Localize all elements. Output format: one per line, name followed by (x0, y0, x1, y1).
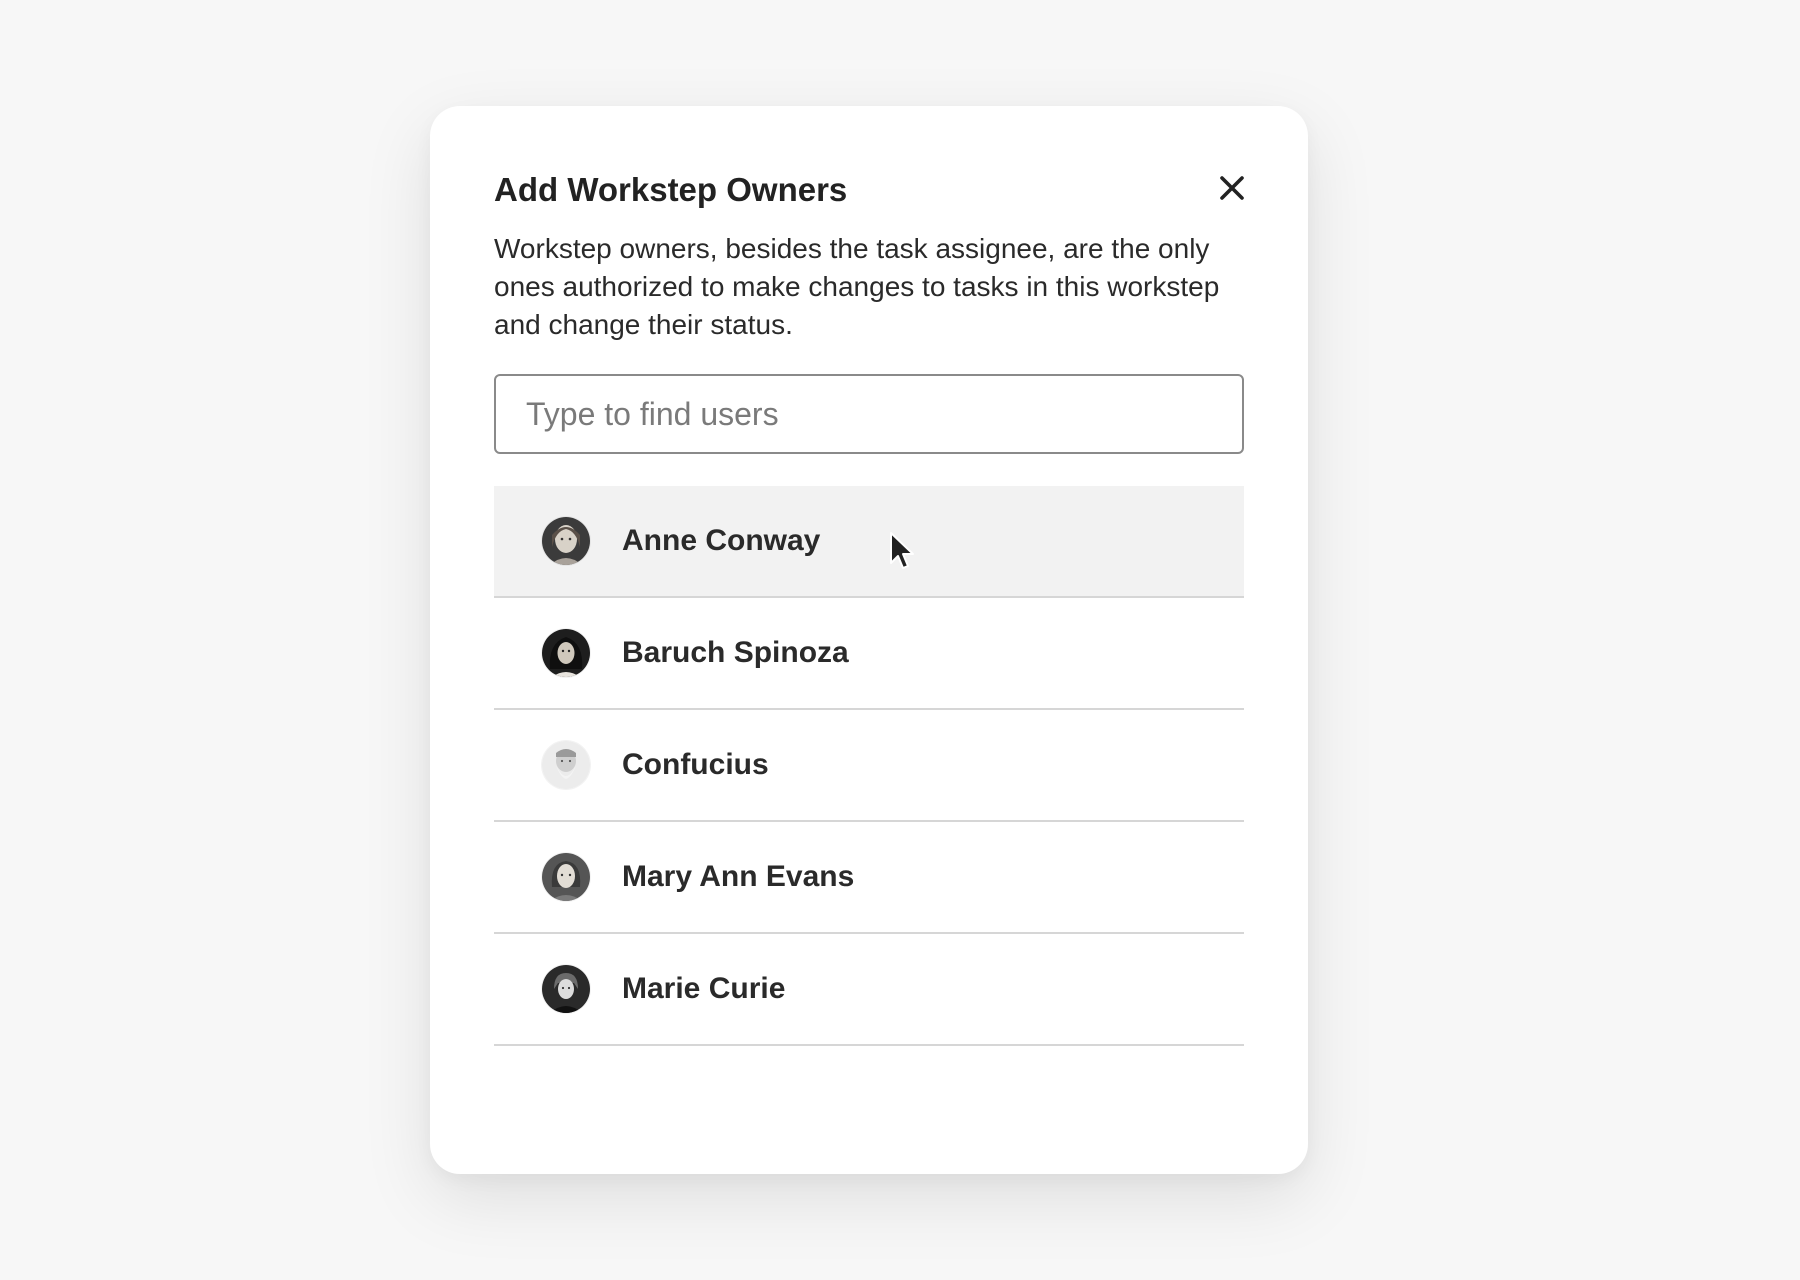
user-list: Anne Conway Baruch Spinoza Confucius Mar… (494, 486, 1244, 1046)
avatar-portrait-icon (542, 853, 590, 901)
user-name: Marie Curie (622, 972, 786, 1005)
close-button[interactable] (1208, 164, 1256, 212)
user-row-baruch-spinoza[interactable]: Baruch Spinoza (494, 598, 1244, 710)
avatar-portrait-icon (542, 965, 590, 1013)
user-name: Anne Conway (622, 524, 821, 557)
add-owners-dialog: Add Workstep Owners Workstep owners, bes… (430, 106, 1308, 1174)
avatar-portrait-icon (542, 629, 590, 677)
close-icon (1220, 176, 1244, 200)
user-row-mary-ann-evans[interactable]: Mary Ann Evans (494, 822, 1244, 934)
user-name: Mary Ann Evans (622, 860, 855, 893)
dialog-title: Add Workstep Owners (494, 171, 848, 208)
avatar-portrait-icon (542, 741, 590, 789)
user-row-anne-conway[interactable]: Anne Conway (494, 486, 1244, 598)
user-name: Confucius (622, 748, 769, 781)
avatar-portrait-icon (542, 517, 590, 565)
user-name: Baruch Spinoza (622, 636, 849, 669)
user-row-confucius[interactable]: Confucius (494, 710, 1244, 822)
dialog-description: Workstep owners, besides the task assign… (494, 233, 1220, 340)
search-input[interactable] (496, 376, 1242, 452)
user-row-marie-curie[interactable]: Marie Curie (494, 934, 1244, 1046)
search-field[interactable] (494, 374, 1244, 454)
